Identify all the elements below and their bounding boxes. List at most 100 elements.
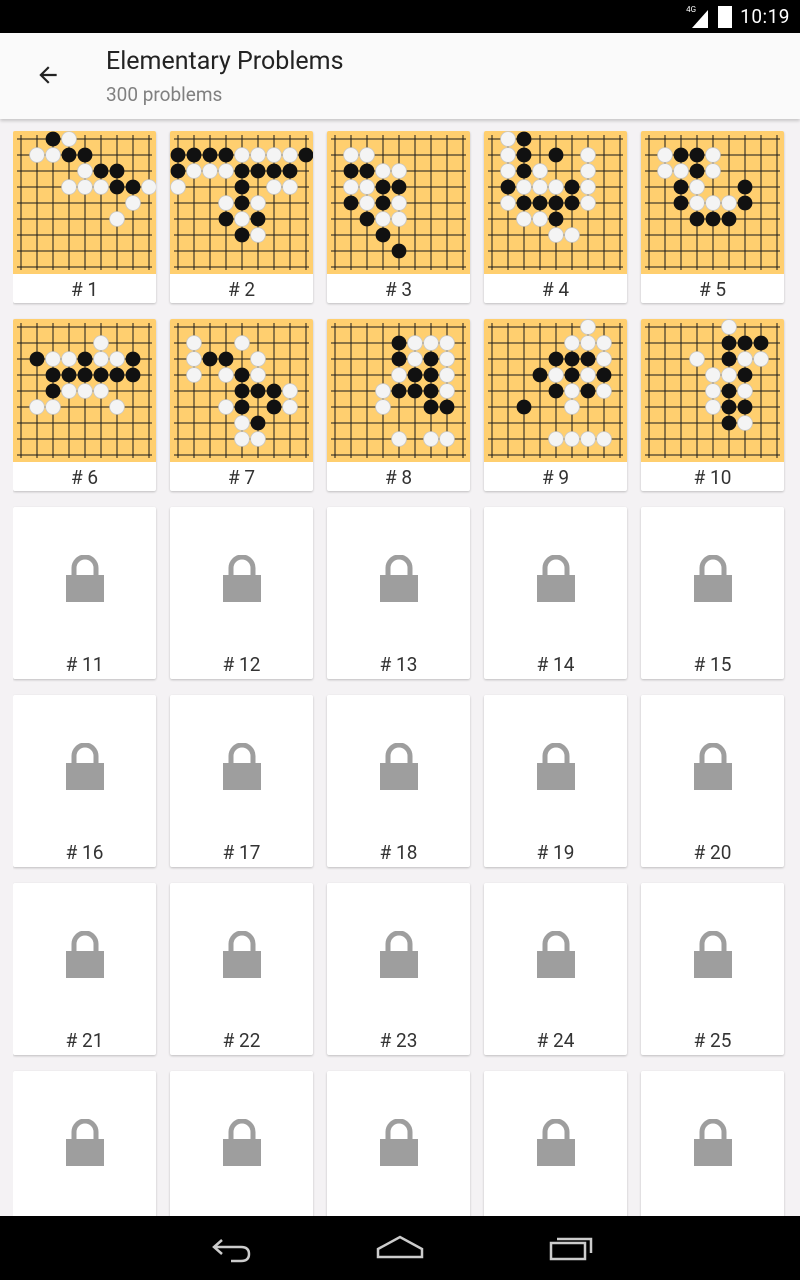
nav-home-button[interactable] [370, 1228, 430, 1268]
problem-card[interactable]: # 14 [484, 507, 627, 679]
problem-card[interactable]: # 9 [484, 319, 627, 491]
white-stone [234, 211, 250, 227]
problem-card[interactable]: # 1 [13, 131, 156, 303]
white-stone [218, 195, 234, 211]
problem-card[interactable]: # 6 [13, 319, 156, 491]
problem-card[interactable]: # 5 [641, 131, 784, 303]
page-subtitle: 300 problems [106, 83, 223, 106]
black-stone [218, 211, 234, 227]
network-type: 4G [686, 4, 697, 14]
problem-card[interactable]: # 3 [327, 131, 470, 303]
black-stone [564, 179, 580, 195]
black-stone [689, 163, 705, 179]
nav-recents-button[interactable] [541, 1228, 601, 1268]
nav-back-button[interactable] [200, 1228, 260, 1268]
black-stone [423, 351, 439, 367]
white-stone [375, 399, 391, 415]
problem-card[interactable] [327, 1071, 470, 1216]
black-stone [391, 179, 407, 195]
problem-card[interactable] [170, 1071, 313, 1216]
white-stone [500, 131, 516, 147]
black-stone [721, 211, 737, 227]
white-stone [61, 351, 77, 367]
white-stone [234, 415, 250, 431]
white-stone [580, 179, 596, 195]
lock-icon [223, 1119, 261, 1166]
lock-icon [380, 555, 418, 602]
black-stone [548, 383, 564, 399]
white-stone [45, 399, 61, 415]
problem-number-label: # 24 [536, 1029, 575, 1052]
black-stone [516, 131, 532, 147]
black-stone [234, 163, 250, 179]
problem-card[interactable]: # 16 [13, 695, 156, 867]
problem-card[interactable]: # 7 [170, 319, 313, 491]
problem-card[interactable]: # 2 [170, 131, 313, 303]
white-stone [439, 351, 455, 367]
black-stone [77, 351, 93, 367]
black-stone [375, 227, 391, 243]
black-stone [737, 367, 753, 383]
black-stone [548, 211, 564, 227]
white-stone [564, 335, 580, 351]
problem-card[interactable]: # 23 [327, 883, 470, 1055]
problem-card[interactable]: # 19 [484, 695, 627, 867]
problem-card[interactable] [13, 1071, 156, 1216]
black-stone [564, 351, 580, 367]
problem-board-preview [484, 319, 627, 462]
problem-board-preview [170, 131, 313, 274]
problem-board-preview [641, 319, 784, 462]
white-stone [516, 211, 532, 227]
white-stone [689, 179, 705, 195]
white-stone [532, 163, 548, 179]
white-stone [548, 367, 564, 383]
white-stone [93, 335, 109, 351]
white-stone [439, 431, 455, 447]
nav-recents-icon [549, 1237, 593, 1261]
black-stone [548, 351, 564, 367]
black-stone [234, 367, 250, 383]
white-stone [375, 211, 391, 227]
problem-number-label: # 13 [379, 653, 418, 676]
black-stone [266, 383, 282, 399]
black-stone [737, 179, 753, 195]
back-button[interactable] [28, 55, 68, 95]
white-stone [564, 431, 580, 447]
black-stone [391, 383, 407, 399]
black-stone [673, 195, 689, 211]
problem-card[interactable]: # 11 [13, 507, 156, 679]
black-stone [439, 399, 455, 415]
problem-card[interactable]: # 17 [170, 695, 313, 867]
black-stone [375, 195, 391, 211]
problem-card[interactable]: # 13 [327, 507, 470, 679]
problem-card[interactable]: # 8 [327, 319, 470, 491]
problem-card[interactable]: # 20 [641, 695, 784, 867]
problem-card[interactable]: # 4 [484, 131, 627, 303]
problem-card[interactable]: # 10 [641, 319, 784, 491]
white-stone [737, 415, 753, 431]
problem-card[interactable]: # 22 [170, 883, 313, 1055]
white-stone [753, 351, 769, 367]
lock-icon [223, 743, 261, 790]
white-stone [439, 383, 455, 399]
problem-card[interactable]: # 12 [170, 507, 313, 679]
problem-card[interactable] [641, 1071, 784, 1216]
black-stone [391, 243, 407, 259]
problem-card[interactable]: # 18 [327, 695, 470, 867]
problem-number-label: # 3 [384, 278, 413, 301]
lock-icon [694, 931, 732, 978]
problem-card[interactable]: # 25 [641, 883, 784, 1055]
problem-card[interactable]: # 24 [484, 883, 627, 1055]
problem-card[interactable]: # 15 [641, 507, 784, 679]
white-stone [250, 367, 266, 383]
white-stone [721, 367, 737, 383]
white-stone [359, 179, 375, 195]
status-bar: 4G 10:19 [0, 0, 800, 33]
black-stone [564, 367, 580, 383]
white-stone [250, 227, 266, 243]
problem-card[interactable]: # 21 [13, 883, 156, 1055]
white-stone [77, 163, 93, 179]
problem-card[interactable] [484, 1071, 627, 1216]
black-stone [45, 383, 61, 399]
white-stone [125, 195, 141, 211]
